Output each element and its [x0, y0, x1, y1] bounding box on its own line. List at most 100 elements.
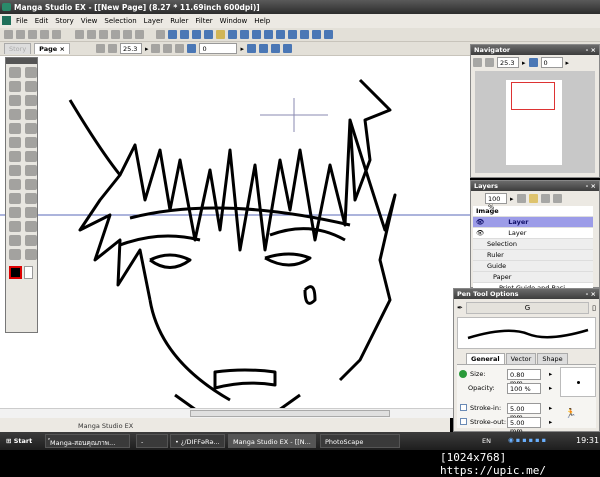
- wand-icon[interactable]: [9, 81, 21, 92]
- guide-layer[interactable]: Guide: [473, 261, 593, 272]
- size-field[interactable]: 0.80 mm: [507, 369, 541, 387]
- save-all-icon[interactable]: [52, 30, 61, 39]
- shape-icon[interactable]: [9, 221, 21, 232]
- eye-icon[interactable]: 👁: [476, 229, 484, 237]
- scrollbar-thumb[interactable]: [190, 410, 390, 417]
- tab-story[interactable]: Story: [4, 43, 32, 54]
- rotate-cw-icon[interactable]: [187, 44, 197, 53]
- lasso-icon[interactable]: [25, 67, 37, 78]
- rotate-icon[interactable]: [528, 58, 538, 67]
- tab-vector[interactable]: Vector: [505, 353, 537, 364]
- new-layer-icon[interactable]: [516, 194, 526, 203]
- tab-page[interactable]: Page ×: [34, 43, 70, 54]
- hand-tool-icon[interactable]: [25, 235, 37, 246]
- stroke-in-field[interactable]: 5.00 mm: [507, 403, 541, 421]
- tab-general[interactable]: General: [466, 353, 505, 364]
- new-icon[interactable]: [4, 30, 13, 39]
- task-photoscape[interactable]: PhotoScape: [320, 434, 400, 448]
- stroke-in-arrow-icon[interactable]: ▸: [549, 404, 552, 412]
- frame-icon[interactable]: [9, 235, 21, 246]
- white-swatch[interactable]: [24, 266, 33, 279]
- marker-icon[interactable]: [9, 151, 21, 162]
- palette-icon[interactable]: [252, 30, 261, 39]
- zoom-fit-icon[interactable]: [95, 44, 105, 53]
- navigator-preview[interactable]: [475, 71, 595, 173]
- flip-v-icon[interactable]: [258, 44, 268, 53]
- rotate-tool-icon[interactable]: [25, 123, 37, 134]
- stroke-out-arrow-icon[interactable]: ▸: [549, 418, 552, 426]
- zoom-icon[interactable]: [107, 44, 117, 53]
- palette-icon[interactable]: [324, 30, 333, 39]
- pen-tool-icon[interactable]: [9, 137, 21, 148]
- drawing-canvas[interactable]: [0, 56, 470, 408]
- zoom-tool-icon[interactable]: [25, 249, 37, 260]
- ruler-tool-icon[interactable]: [9, 109, 21, 120]
- paper-layer[interactable]: Paper: [473, 272, 593, 283]
- trash-icon[interactable]: [540, 194, 550, 203]
- view-rectangle[interactable]: [511, 82, 555, 110]
- zoom-icon[interactable]: [485, 58, 494, 67]
- menu-story[interactable]: Story: [55, 17, 74, 28]
- copy-icon[interactable]: [87, 30, 96, 39]
- view-icon[interactable]: [192, 30, 201, 39]
- tone-icon[interactable]: [25, 179, 37, 190]
- paste-icon[interactable]: [99, 30, 108, 39]
- layer-group[interactable]: Image: [473, 206, 593, 217]
- task-manga-studio[interactable]: Manga Studio EX - [[N...: [228, 434, 316, 448]
- zoom-field[interactable]: 25.3: [119, 43, 142, 54]
- close-icon[interactable]: - ×: [586, 46, 596, 54]
- page-icon[interactable]: [151, 44, 161, 53]
- zoom-arrow-icon[interactable]: ▸: [145, 45, 149, 53]
- language-indicator[interactable]: EN: [482, 437, 491, 445]
- gradient-icon[interactable]: [9, 193, 21, 204]
- eraser-tool-icon[interactable]: [9, 179, 21, 190]
- view-icon[interactable]: [180, 30, 189, 39]
- grab-icon[interactable]: [9, 249, 21, 260]
- pen-icon[interactable]: [25, 95, 37, 106]
- select-icon[interactable]: [25, 81, 37, 92]
- undo-icon[interactable]: [123, 30, 132, 39]
- palette-icon[interactable]: [312, 30, 321, 39]
- palette-icon[interactable]: [300, 30, 309, 39]
- tab-shape[interactable]: Shape: [537, 353, 568, 364]
- grid-icon[interactable]: [282, 44, 292, 53]
- stroke-out-field[interactable]: 5.00 mm: [507, 417, 541, 435]
- menu-edit[interactable]: Edit: [35, 17, 49, 28]
- menu-view[interactable]: View: [81, 17, 98, 28]
- folder-icon[interactable]: [528, 194, 538, 203]
- start-button[interactable]: ⊞ Start: [2, 434, 36, 448]
- stroke-out-checkbox[interactable]: [460, 418, 467, 425]
- palette-icon[interactable]: [240, 30, 249, 39]
- navigator-zoom-field[interactable]: 25.3: [497, 57, 519, 68]
- opacity-arrow-icon[interactable]: ▸: [510, 195, 514, 203]
- rotation-field[interactable]: 0: [199, 43, 238, 54]
- palette-icon[interactable]: [264, 30, 273, 39]
- layer-item[interactable]: 👁 Layer: [473, 228, 593, 239]
- clock[interactable]: 19:31: [576, 436, 599, 445]
- task-chrome[interactable]: ์Manga-สอนคุณภาพ...: [45, 434, 130, 448]
- rotation-arrow-icon[interactable]: ▸: [240, 45, 244, 53]
- stroke-in-checkbox[interactable]: [460, 404, 467, 411]
- preset-select[interactable]: G: [465, 302, 590, 314]
- fill-icon[interactable]: [25, 165, 37, 176]
- menu-ruler[interactable]: Ruler: [170, 17, 188, 28]
- palette-icon[interactable]: [228, 30, 237, 39]
- save-icon[interactable]: [40, 30, 49, 39]
- object-icon[interactable]: [9, 95, 21, 106]
- move-icon[interactable]: [9, 67, 21, 78]
- menu-filter[interactable]: Filter: [195, 17, 212, 28]
- delete-icon[interactable]: [111, 30, 120, 39]
- size-arrow-icon[interactable]: ▸: [549, 370, 552, 378]
- eye-icon[interactable]: 👁: [476, 218, 484, 226]
- menu-file[interactable]: File: [16, 17, 28, 28]
- menu-layer[interactable]: Layer: [144, 17, 164, 28]
- close-tab-icon[interactable]: ×: [59, 45, 64, 53]
- eraser-icon[interactable]: [216, 30, 225, 39]
- black-swatch[interactable]: [9, 266, 22, 279]
- rotation-arrow-icon[interactable]: ▸: [566, 59, 570, 67]
- close-icon[interactable]: - ×: [586, 290, 596, 298]
- navigator-rotation-field[interactable]: 0: [540, 57, 563, 68]
- opacity-arrow-icon[interactable]: ▸: [549, 384, 552, 392]
- layer-opacity-field[interactable]: 100 %: [485, 193, 507, 211]
- hand-icon[interactable]: [25, 109, 37, 120]
